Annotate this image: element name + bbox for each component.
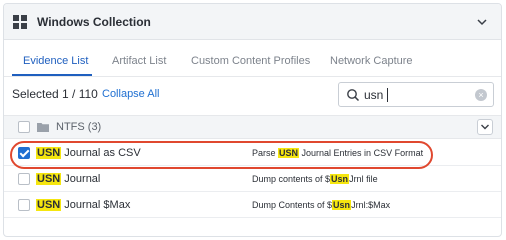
active-tab-indicator: [12, 74, 92, 76]
tab-evidence-list[interactable]: Evidence List: [23, 55, 88, 67]
item-checkbox[interactable]: [18, 173, 30, 185]
tab-network-capture[interactable]: Network Capture: [330, 55, 413, 67]
windows-collection-panel: Windows Collection Evidence List Artifac…: [3, 3, 502, 237]
text-cursor: [387, 88, 388, 102]
item-description: Parse USN Journal Entries in CSV Format: [252, 148, 424, 158]
item-checkbox[interactable]: [18, 199, 30, 211]
chevron-down-icon: [481, 124, 489, 130]
tab-custom-content-profiles[interactable]: Custom Content Profiles: [191, 55, 310, 67]
windows-icon: [13, 15, 27, 29]
search-match: USN: [36, 147, 62, 159]
group-checkbox[interactable]: [18, 121, 30, 133]
search-match: Usn: [332, 200, 352, 210]
list-item[interactable]: USN Journal Dump contents of $UsnJrnl fi…: [4, 167, 501, 192]
search-box[interactable]: ×: [338, 82, 494, 107]
tab-artifact-list[interactable]: Artifact List: [112, 55, 166, 67]
search-match: USN: [278, 148, 300, 158]
search-input[interactable]: [364, 86, 474, 104]
clear-search-icon[interactable]: ×: [475, 89, 487, 101]
item-description: Dump contents of $UsnJrnl file: [252, 174, 378, 184]
item-name: USN Journal as CSV: [36, 147, 141, 159]
panel-title: Windows Collection: [37, 15, 151, 29]
folder-icon: [37, 123, 49, 132]
search-icon: [347, 89, 360, 102]
panel-header[interactable]: Windows Collection: [4, 4, 501, 40]
item-description: Dump Contents of $UsnJrnl:$Max: [252, 200, 391, 210]
item-name: USN Journal: [36, 173, 101, 185]
search-match: USN: [36, 199, 62, 211]
group-toggle-button[interactable]: [477, 119, 493, 135]
selected-count: Selected 1 / 110: [12, 87, 98, 101]
chevron-down-icon[interactable]: [475, 15, 489, 29]
collapse-all-link[interactable]: Collapse All: [102, 88, 159, 100]
group-row-ntfs[interactable]: NTFS (3): [4, 115, 501, 139]
search-match: Usn: [330, 174, 350, 184]
tab-bar: Evidence List Artifact List Custom Conte…: [4, 41, 501, 77]
list-item[interactable]: USN Journal $Max Dump Contents of $UsnJr…: [4, 193, 501, 218]
search-match: USN: [36, 173, 62, 185]
group-label: NTFS (3): [56, 121, 102, 133]
item-name: USN Journal $Max: [36, 199, 131, 211]
item-checkbox[interactable]: [18, 147, 30, 159]
list-item[interactable]: USN Journal as CSV Parse USN Journal Ent…: [4, 141, 501, 166]
